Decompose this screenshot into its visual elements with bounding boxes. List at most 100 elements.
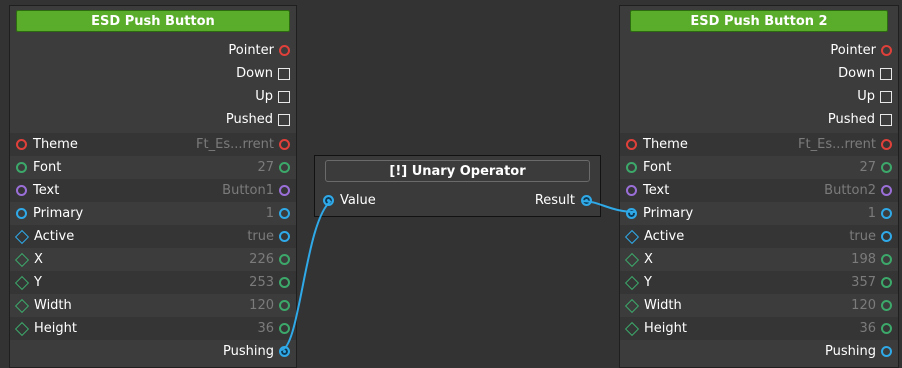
- height-out-port-icon[interactable]: [279, 323, 290, 334]
- input-active[interactable]: Active true: [10, 225, 296, 248]
- output-label: Down: [236, 66, 273, 81]
- input-label: X: [34, 252, 43, 267]
- input-font[interactable]: Font 27: [10, 156, 296, 179]
- pushing-port-icon[interactable]: [881, 346, 892, 357]
- y-port-icon[interactable]: [14, 275, 30, 290]
- theme-out-port-icon[interactable]: [279, 139, 290, 150]
- input-active[interactable]: Active true: [620, 225, 898, 248]
- input-theme[interactable]: Theme Ft_Es...rrent: [10, 133, 296, 156]
- node-canvas[interactable]: ESD Push Button Pointer Down Up Pushed T…: [0, 0, 902, 368]
- node-title[interactable]: ESD Push Button: [16, 10, 290, 32]
- down-port-icon[interactable]: [880, 67, 892, 80]
- output-label: Pushed: [225, 112, 273, 127]
- input-x[interactable]: X 226: [10, 248, 296, 271]
- text-out-port-icon[interactable]: [881, 185, 892, 196]
- width-out-port-icon[interactable]: [881, 300, 892, 311]
- input-width[interactable]: Width 120: [620, 294, 898, 317]
- active-port-icon[interactable]: [624, 229, 640, 244]
- node-esd-push-button-2[interactable]: ESD Push Button 2 Pointer Down Up Pushed…: [619, 5, 899, 368]
- height-out-port-icon[interactable]: [881, 323, 892, 334]
- output-label: Up: [255, 89, 273, 104]
- node-title[interactable]: ESD Push Button 2: [630, 10, 888, 32]
- input-value[interactable]: 1: [266, 206, 274, 221]
- output-label: Down: [838, 66, 875, 81]
- input-label: Text: [33, 183, 60, 198]
- text-out-port-icon[interactable]: [279, 185, 290, 196]
- active-port-icon[interactable]: [14, 229, 30, 244]
- pointer-port-icon[interactable]: [881, 45, 892, 56]
- pushed-port-icon[interactable]: [278, 113, 290, 126]
- width-port-icon[interactable]: [624, 298, 640, 313]
- output-label: Pushed: [827, 112, 875, 127]
- width-port-icon[interactable]: [14, 298, 30, 313]
- node-unary-operator[interactable]: [!] Unary Operator Value Result: [314, 155, 601, 217]
- height-port-icon[interactable]: [624, 321, 640, 336]
- input-width[interactable]: Width 120: [10, 294, 296, 317]
- input-value[interactable]: true: [247, 229, 274, 244]
- input-x[interactable]: X 198: [620, 248, 898, 271]
- input-value[interactable]: Ft_Es...rrent: [196, 137, 274, 152]
- input-value[interactable]: 36: [859, 321, 876, 336]
- input-value[interactable]: true: [849, 229, 876, 244]
- input-font[interactable]: Font 27: [620, 156, 898, 179]
- y-out-port-icon[interactable]: [881, 277, 892, 288]
- result-port-icon[interactable]: [581, 195, 592, 206]
- text-port-icon[interactable]: [16, 185, 27, 196]
- theme-port-icon[interactable]: [16, 139, 27, 150]
- text-port-icon[interactable]: [626, 185, 637, 196]
- input-value[interactable]: 120: [851, 298, 876, 313]
- x-port-icon[interactable]: [624, 252, 640, 267]
- input-height[interactable]: Height 36: [620, 317, 898, 340]
- theme-out-port-icon[interactable]: [881, 139, 892, 150]
- pushed-port-icon[interactable]: [880, 113, 892, 126]
- theme-port-icon[interactable]: [626, 139, 637, 150]
- primary-port-icon[interactable]: [16, 208, 27, 219]
- x-out-port-icon[interactable]: [881, 254, 892, 265]
- input-text[interactable]: Text Button1: [10, 179, 296, 202]
- input-value[interactable]: 198: [851, 252, 876, 267]
- up-port-icon[interactable]: [880, 90, 892, 103]
- input-value[interactable]: Button1: [222, 183, 274, 198]
- width-out-port-icon[interactable]: [279, 300, 290, 311]
- input-height[interactable]: Height 36: [10, 317, 296, 340]
- input-value[interactable]: 1: [868, 206, 876, 221]
- input-value[interactable]: 226: [249, 252, 274, 267]
- input-value[interactable]: Button2: [824, 183, 876, 198]
- node-esd-push-button[interactable]: ESD Push Button Pointer Down Up Pushed T…: [9, 5, 297, 368]
- active-out-port-icon[interactable]: [279, 231, 290, 242]
- font-port-icon[interactable]: [16, 162, 27, 173]
- input-text[interactable]: Text Button2: [620, 179, 898, 202]
- up-port-icon[interactable]: [278, 90, 290, 103]
- primary-out-port-icon[interactable]: [881, 208, 892, 219]
- font-port-icon[interactable]: [626, 162, 637, 173]
- font-out-port-icon[interactable]: [881, 162, 892, 173]
- input-value[interactable]: 253: [249, 275, 274, 290]
- output-pointer: Pointer: [620, 39, 898, 62]
- y-port-icon[interactable]: [624, 275, 640, 290]
- value-port-icon[interactable]: [323, 195, 334, 206]
- input-value[interactable]: 27: [859, 160, 876, 175]
- primary-out-port-icon[interactable]: [279, 208, 290, 219]
- input-value[interactable]: 120: [249, 298, 274, 313]
- input-y[interactable]: Y 253: [10, 271, 296, 294]
- font-out-port-icon[interactable]: [279, 162, 290, 173]
- x-out-port-icon[interactable]: [279, 254, 290, 265]
- primary-port-icon[interactable]: [626, 208, 637, 219]
- pointer-port-icon[interactable]: [279, 45, 290, 56]
- pushing-port-icon[interactable]: [279, 346, 290, 357]
- input-value[interactable]: 27: [257, 160, 274, 175]
- input-value[interactable]: 36: [257, 321, 274, 336]
- input-y[interactable]: Y 357: [620, 271, 898, 294]
- input-theme[interactable]: Theme Ft_Es...rrent: [620, 133, 898, 156]
- input-value[interactable]: 357: [851, 275, 876, 290]
- active-out-port-icon[interactable]: [881, 231, 892, 242]
- input-value[interactable]: Ft_Es...rrent: [798, 137, 876, 152]
- height-port-icon[interactable]: [14, 321, 30, 336]
- input-primary[interactable]: Primary 1: [10, 202, 296, 225]
- y-out-port-icon[interactable]: [279, 277, 290, 288]
- input-primary[interactable]: Primary 1: [620, 202, 898, 225]
- down-port-icon[interactable]: [278, 67, 290, 80]
- x-port-icon[interactable]: [14, 252, 30, 267]
- output-label: Pointer: [228, 43, 274, 58]
- node-title[interactable]: [!] Unary Operator: [325, 160, 590, 182]
